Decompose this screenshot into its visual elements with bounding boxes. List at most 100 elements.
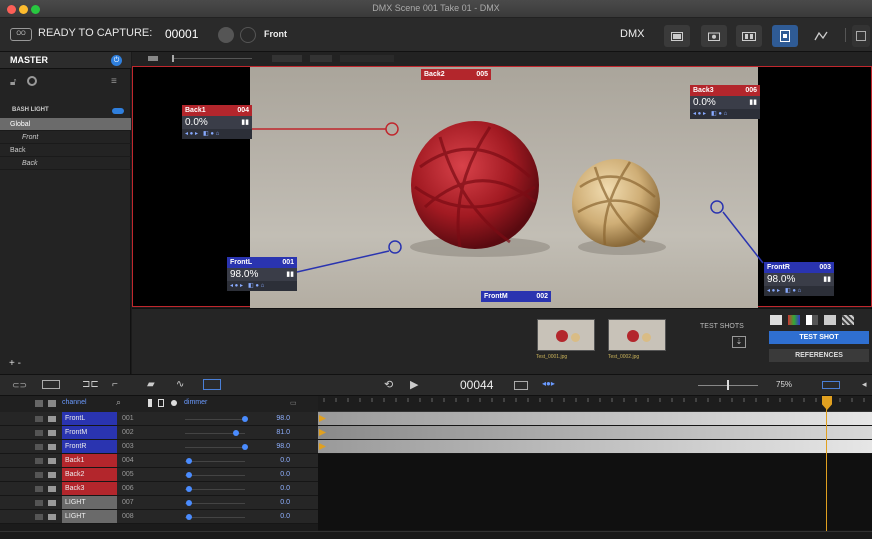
- motion-path-icon[interactable]: ∿: [176, 379, 184, 390]
- channel-track[interactable]: [318, 440, 872, 454]
- test-shot-thumbnail-2[interactable]: [608, 319, 666, 351]
- dimmer-slider-knob[interactable]: [242, 444, 248, 450]
- visibility-icon[interactable]: [48, 458, 56, 464]
- viewer-dots[interactable]: [340, 55, 394, 62]
- light-box-back1[interactable]: Back1 004 0.0% ▮▮ ◂ ● ▸ ◧ ● ⌂: [182, 105, 252, 139]
- channel-row[interactable]: FrontM 002 81.0: [0, 426, 318, 440]
- overlay-icon[interactable]: [824, 315, 836, 325]
- dimmer-slider[interactable]: [185, 503, 245, 504]
- monitor-track-icon[interactable]: [203, 379, 221, 390]
- live-view[interactable]: Back1 004 0.0% ▮▮ ◂ ● ▸ ◧ ● ⌂ Back2 005 Bac…: [132, 66, 872, 308]
- scroll-left-icon[interactable]: ◂: [862, 379, 867, 390]
- channel-value[interactable]: 81.0: [262, 426, 290, 440]
- visibility-icon[interactable]: [48, 444, 56, 450]
- channel-row[interactable]: Back3 006 0.0: [0, 482, 318, 496]
- channel-value[interactable]: 98.0: [262, 412, 290, 426]
- lock-icon[interactable]: [35, 430, 43, 436]
- visibility-icon[interactable]: [48, 486, 56, 492]
- channel-name[interactable]: FrontR: [62, 440, 117, 453]
- lighting-view-button[interactable]: [772, 25, 798, 47]
- rgb-icon[interactable]: [788, 315, 800, 325]
- dimmer-slider-knob[interactable]: [186, 458, 192, 464]
- channel-row[interactable]: LIGHT 007 0.0: [0, 496, 318, 510]
- channel-value[interactable]: 0.0: [262, 468, 290, 482]
- import-icon[interactable]: ⇣: [732, 336, 746, 348]
- visibility-icon[interactable]: [48, 472, 56, 478]
- play-icon[interactable]: ▶: [410, 378, 418, 391]
- channel-track[interactable]: [318, 426, 872, 440]
- channel-name[interactable]: LIGHT: [62, 510, 117, 523]
- motion-button[interactable]: [808, 25, 834, 47]
- lock-icon[interactable]: [35, 486, 43, 492]
- capture-mode-icon[interactable]: OO: [10, 28, 32, 41]
- filmstrip-button[interactable]: [736, 25, 762, 47]
- column-toggle-icon[interactable]: ▭: [290, 399, 297, 407]
- link-icon[interactable]: ⊂⊃: [12, 380, 27, 391]
- channel-value[interactable]: 0.0: [262, 496, 290, 510]
- group-keys-icon[interactable]: ⊐⊏: [82, 379, 99, 390]
- sidebar-toggle-button[interactable]: [852, 25, 870, 47]
- channel-name[interactable]: Back3: [62, 482, 117, 495]
- keyframe-marker[interactable]: [319, 415, 326, 422]
- channel-row[interactable]: FrontL 001 98.0: [0, 412, 318, 426]
- dimmer-slider-knob[interactable]: [186, 472, 192, 478]
- channel-name[interactable]: FrontM: [62, 426, 117, 439]
- light-controls-icon[interactable]: ◂ ● ▸ ◧ ● ⌂: [182, 129, 252, 139]
- lock-icon[interactable]: [35, 472, 43, 478]
- loop-icon[interactable]: ⟲: [384, 378, 393, 391]
- light-controls-icon[interactable]: ◂ ● ▸ ◧ ● ⌂: [764, 286, 834, 296]
- viewer-slider[interactable]: [172, 58, 252, 59]
- lock-icon[interactable]: [35, 500, 43, 506]
- test-shot-button[interactable]: TEST SHOT: [769, 331, 869, 344]
- lock-icon[interactable]: [35, 458, 43, 464]
- compare-icon[interactable]: [806, 315, 818, 325]
- record-button[interactable]: [218, 27, 234, 43]
- light-controls-icon[interactable]: ◂ ● ▸ ◧ ● ⌂: [227, 281, 297, 291]
- solo-all-icon[interactable]: [48, 400, 56, 407]
- channel-value[interactable]: 98.0: [262, 440, 290, 454]
- light-box-frontm[interactable]: FrontM 002: [481, 291, 551, 302]
- light-box-frontl[interactable]: FrontL 001 98.0% ▮▮ ◂ ● ▸ ◧ ● ⌂: [227, 257, 297, 291]
- dimmer-slider-knob[interactable]: [242, 416, 248, 422]
- channel-name[interactable]: FrontL: [62, 412, 117, 425]
- dimmer-slider-knob[interactable]: [186, 500, 192, 506]
- lock-all-icon[interactable]: [35, 400, 43, 407]
- range-icon[interactable]: [514, 381, 528, 390]
- pattern-icon[interactable]: [842, 315, 854, 325]
- channel-row[interactable]: LIGHT 008 0.0: [0, 510, 318, 524]
- lock-icon[interactable]: [35, 514, 43, 520]
- camera-track-icon[interactable]: [42, 380, 60, 389]
- fit-timeline-icon[interactable]: [822, 381, 840, 389]
- tree-item-front[interactable]: Front: [0, 131, 131, 144]
- channel-row[interactable]: Back1 004 0.0: [0, 454, 318, 468]
- dimmer-slider[interactable]: [185, 489, 245, 490]
- viewer-option-a[interactable]: [272, 55, 302, 62]
- channel-row[interactable]: Back2 005 0.0: [0, 468, 318, 482]
- channel-track[interactable]: [318, 412, 872, 426]
- camera-shot-icon[interactable]: [770, 315, 782, 325]
- test-shot-thumbnail-1[interactable]: [537, 319, 595, 351]
- dimmer-slider[interactable]: [185, 419, 245, 420]
- lock-icon[interactable]: [35, 444, 43, 450]
- visibility-icon[interactable]: [48, 500, 56, 506]
- dimmer-slider[interactable]: [185, 475, 245, 476]
- list-menu-icon[interactable]: ≡: [111, 76, 117, 87]
- light-box-back3[interactable]: Back3 006 0.0% ▮▮ ◂ ● ▸ ◧ ● ⌂: [690, 85, 760, 119]
- dimmer-slider-knob[interactable]: [186, 514, 192, 520]
- channel-name[interactable]: LIGHT: [62, 496, 117, 509]
- camera-settings-button[interactable]: [701, 25, 727, 47]
- tree-item-back[interactable]: Back: [0, 157, 131, 170]
- visibility-icon[interactable]: [48, 430, 56, 436]
- lock-icon[interactable]: 🔓︎: [10, 77, 16, 88]
- channel-row[interactable]: FrontR 003 98.0: [0, 440, 318, 454]
- keyframe-marker[interactable]: [319, 443, 326, 450]
- horizontal-scrollbar[interactable]: [0, 531, 872, 539]
- power-icon[interactable]: ⏻: [111, 55, 122, 66]
- visibility-icon[interactable]: [48, 416, 56, 422]
- group-toggle[interactable]: [112, 108, 124, 114]
- live-view-button[interactable]: [240, 27, 256, 43]
- viewer-slider-handle[interactable]: [172, 55, 174, 62]
- add-remove-buttons[interactable]: + -: [9, 358, 21, 369]
- tree-item-global[interactable]: Global: [0, 118, 131, 131]
- keyframe-nav-icon[interactable]: ◂●▸: [542, 379, 555, 388]
